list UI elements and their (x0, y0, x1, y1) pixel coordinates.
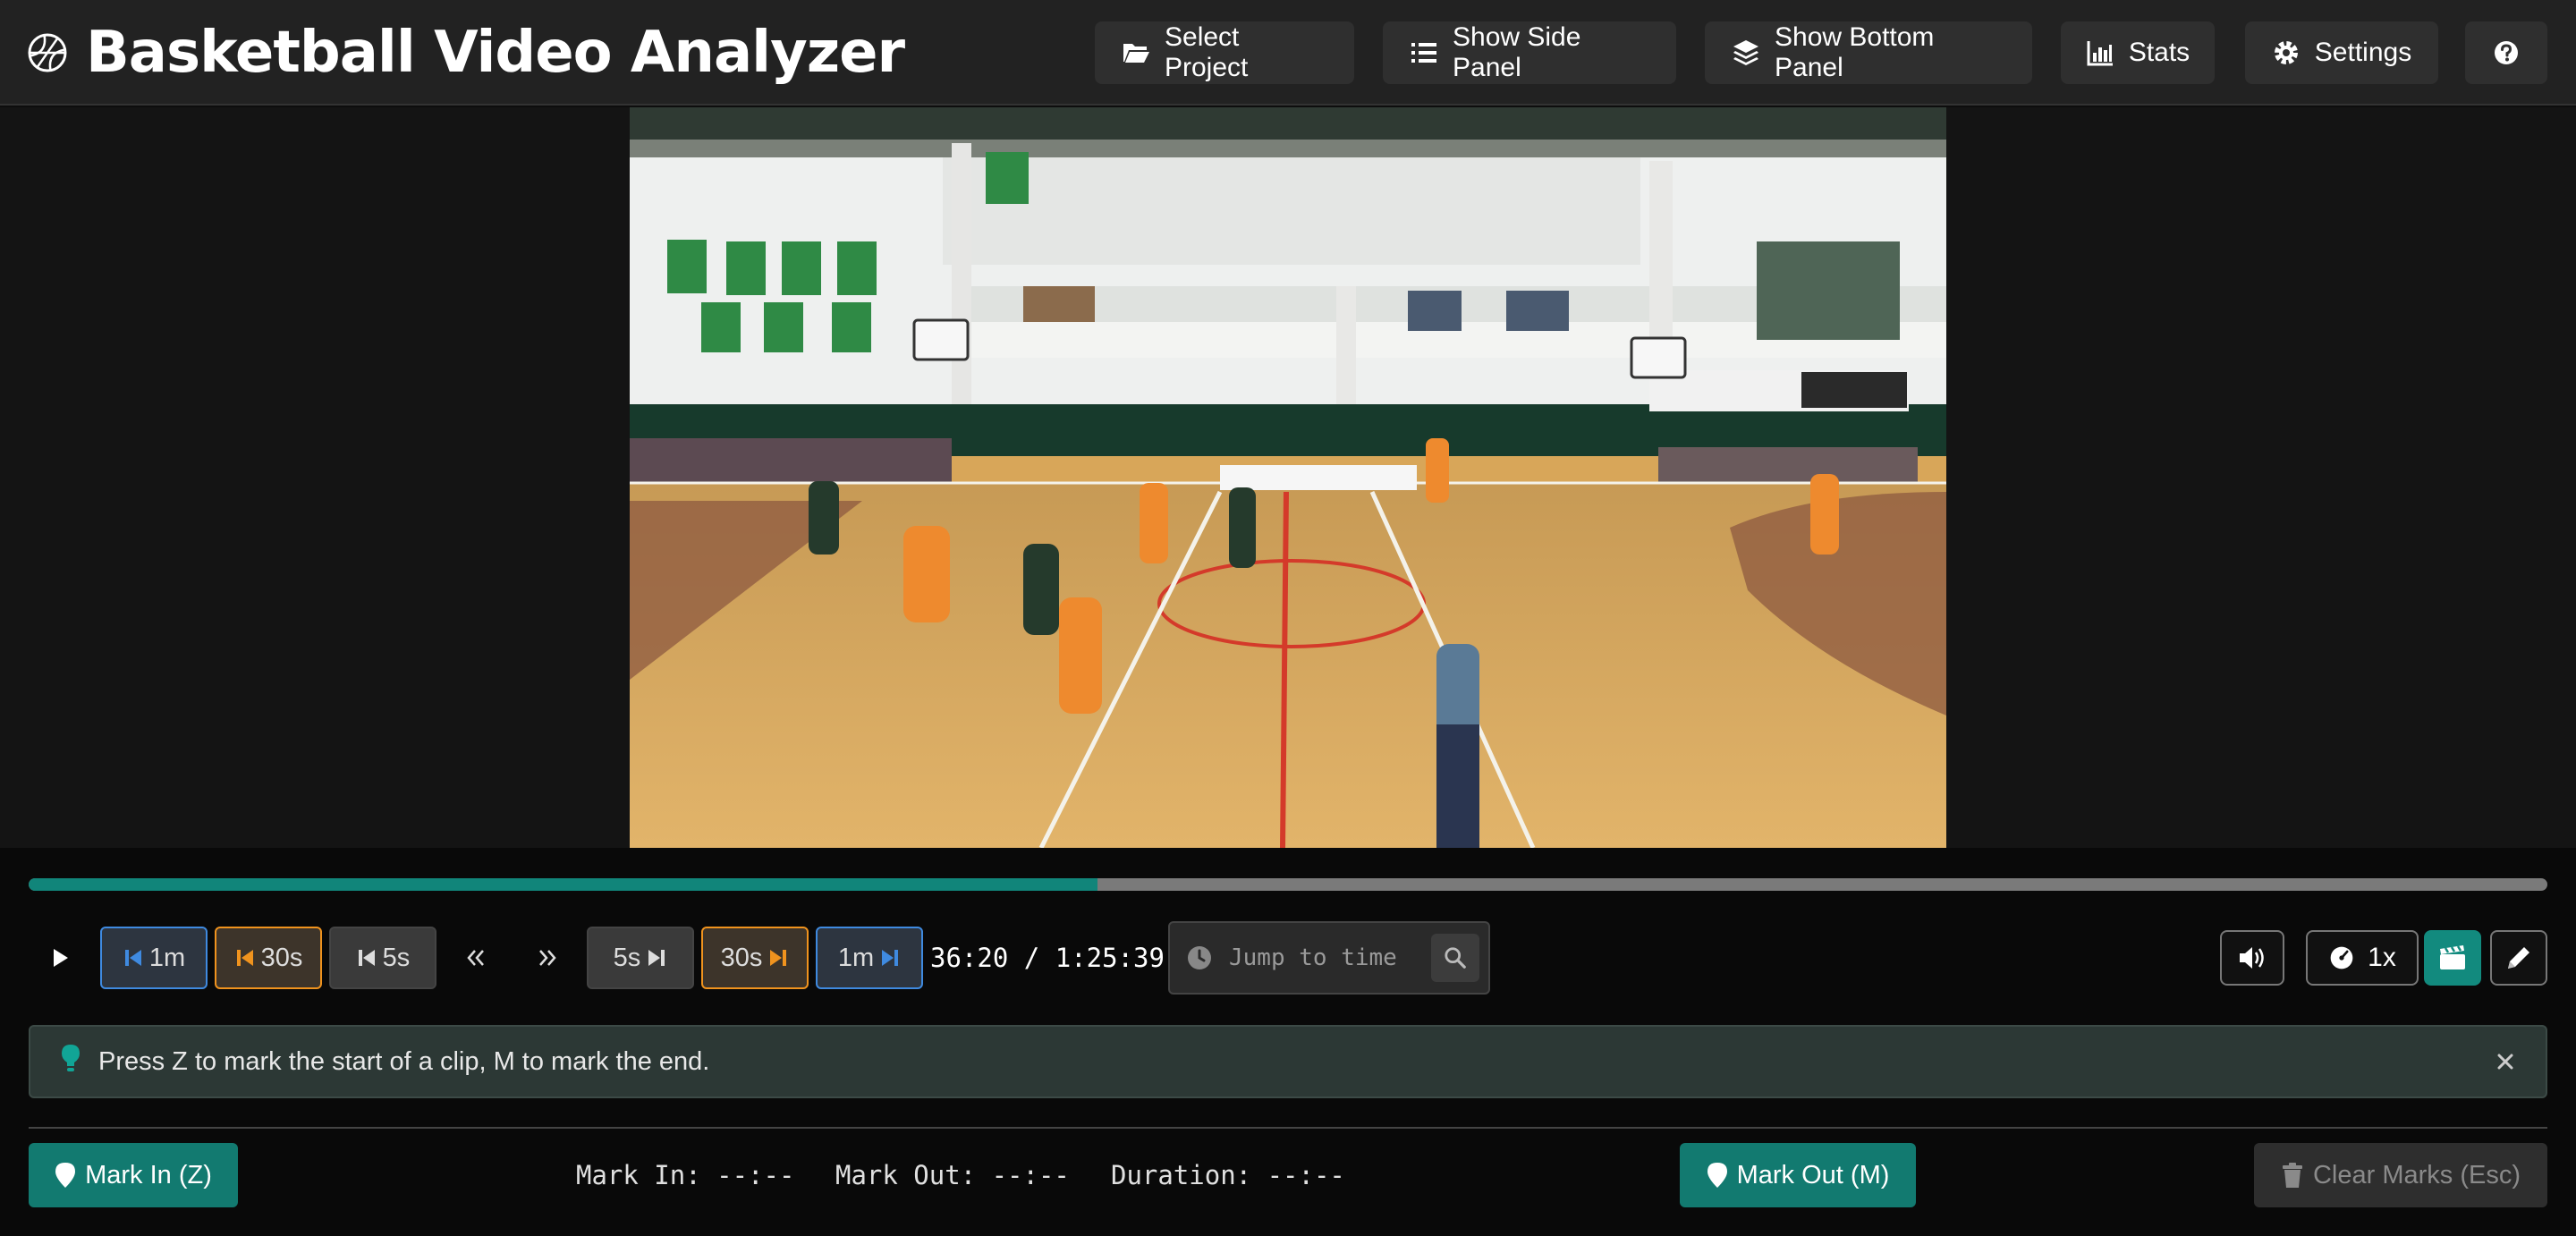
play-button[interactable] (32, 927, 88, 989)
double-chevron-left-icon (467, 950, 484, 966)
gear-icon (2274, 41, 2298, 64)
keyboard-tip: Press Z to mark the start of a clip, M t… (29, 1025, 2547, 1098)
time-readout: 36:20 / 1:25:39 (930, 927, 1165, 989)
pencil-icon (2508, 947, 2529, 969)
progress-bar[interactable] (29, 878, 2547, 891)
skip-back-5s-button[interactable]: 5s (329, 927, 436, 989)
mark-in-button[interactable]: Mark In (Z) (29, 1143, 238, 1207)
skip-back-icon (124, 950, 141, 966)
clock-icon (1188, 946, 1211, 969)
double-chevron-right-icon (539, 950, 556, 966)
map-marker-icon (1707, 1163, 1727, 1188)
skip-forward-icon (770, 950, 787, 966)
lightbulb-icon (62, 1045, 80, 1071)
stats-button[interactable]: Stats (2061, 21, 2215, 84)
close-icon[interactable] (2492, 1048, 2519, 1075)
skip-forward-1m-button[interactable]: 1m (816, 927, 923, 989)
rewind-button[interactable] (447, 927, 504, 989)
duration-readout: Duration: --:-- (1111, 1160, 1345, 1190)
help-button[interactable] (2465, 21, 2547, 84)
basketball-icon (28, 33, 67, 72)
annotate-button[interactable] (2490, 930, 2547, 986)
brand: Basketball Video Analyzer (27, 20, 905, 86)
video-area (0, 107, 2576, 848)
folder-open-icon (1123, 44, 1149, 63)
app-header: Basketball Video Analyzer Select Project… (0, 0, 2576, 106)
settings-button[interactable]: Settings (2245, 21, 2438, 84)
mark-in-readout: Mark In: --:-- (576, 1160, 795, 1190)
playback-speed-button[interactable]: 1x (2306, 930, 2419, 986)
video-frame[interactable] (630, 107, 1946, 848)
player-controls: 1m 30s 5s 5s 30s 1m 36:20 / 1:25:39 Jump… (0, 848, 2576, 1236)
gauge-icon (2330, 946, 2353, 969)
bar-chart-icon (2087, 41, 2113, 66)
jump-search-button[interactable] (1431, 934, 1479, 982)
skip-forward-5s-button[interactable]: 5s (587, 927, 694, 989)
clapperboard-icon (2440, 945, 2465, 969)
mark-out-readout: Mark Out: --:-- (835, 1160, 1070, 1190)
volume-button[interactable] (2220, 930, 2284, 986)
progress-fill (29, 878, 1097, 891)
map-marker-icon (55, 1163, 76, 1188)
volume-icon (2240, 947, 2264, 969)
skip-back-1m-button[interactable]: 1m (100, 927, 208, 989)
skip-back-icon (236, 950, 253, 966)
question-icon (2495, 41, 2518, 64)
play-icon (54, 949, 68, 967)
skip-back-icon (358, 950, 375, 966)
total-time: 1:25:39 (1055, 943, 1165, 973)
jump-time-input[interactable] (1229, 944, 1426, 971)
tip-text: Press Z to mark the start of a clip, M t… (98, 1046, 710, 1076)
skip-forward-30s-button[interactable]: 30s (701, 927, 809, 989)
list-icon (1411, 43, 1436, 63)
mark-out-button[interactable]: Mark Out (M) (1680, 1143, 1916, 1207)
fast-forward-button[interactable] (519, 927, 576, 989)
skip-forward-icon (648, 950, 665, 966)
current-time: 36:20 (930, 943, 1009, 973)
skip-forward-icon (882, 950, 899, 966)
divider (29, 1127, 2547, 1129)
trash-icon (2282, 1163, 2302, 1188)
search-icon (1445, 947, 1466, 969)
select-project-button[interactable]: Select Project (1095, 21, 1354, 84)
show-side-panel-button[interactable]: Show Side Panel (1383, 21, 1676, 84)
show-bottom-panel-button[interactable]: Show Bottom Panel (1705, 21, 2032, 84)
jump-to-time (1168, 921, 1490, 995)
layers-icon (1733, 40, 1758, 65)
clip-mode-button[interactable] (2424, 930, 2481, 986)
page-title: Basketball Video Analyzer (86, 20, 905, 86)
skip-back-30s-button[interactable]: 30s (215, 927, 322, 989)
clear-marks-button[interactable]: Clear Marks (Esc) (2254, 1143, 2547, 1207)
time-separator: / (1023, 943, 1040, 973)
